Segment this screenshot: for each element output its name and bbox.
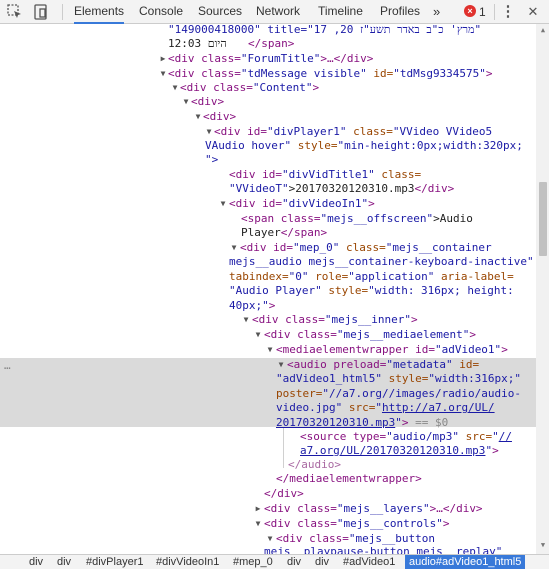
devtools-toolbar: Elements Console Sources Network Timelin… (0, 0, 549, 24)
collapse-arrow-icon[interactable]: ▼ (253, 327, 263, 342)
scroll-down-icon[interactable]: ▼ (538, 541, 548, 549)
collapse-arrow-icon[interactable]: ▼ (229, 240, 239, 255)
tree-node-content[interactable]: ▼ <div class="Content"> (0, 80, 536, 95)
tree-line[interactable]: 40px;"> (0, 298, 536, 313)
scroll-up-icon[interactable]: ▲ (538, 26, 548, 34)
source-src-link[interactable]: a7.org/UL/20170320120310.mp3 (300, 444, 485, 457)
tree-line[interactable]: mejs__playpause-button mejs__replay" (0, 544, 536, 554)
tab-network[interactable]: Network (256, 0, 300, 24)
tree-line[interactable]: 12:03 היום </span> (0, 36, 536, 51)
breadcrumb-item[interactable]: div (29, 555, 43, 569)
breadcrumb-item[interactable]: #divPlayer1 (86, 555, 143, 569)
tree-node-div-close[interactable]: </div> (0, 486, 536, 501)
tree-line[interactable]: "VVideoT">20170320120310.mp3</div> (0, 181, 536, 196)
tag-close: </audio> (288, 458, 341, 471)
tree-node-audio-selected[interactable]: ▼ <audio preload="metadata" id= (0, 357, 536, 372)
tree-line[interactable]: Player</span> (0, 225, 536, 240)
expand-arrow-icon[interactable]: ▶ (158, 51, 168, 66)
tree-line[interactable]: video.jpg" src="http://a7.org/UL/ (0, 400, 536, 415)
collapse-arrow-icon[interactable]: ▼ (170, 80, 180, 95)
breadcrumb: div div #divPlayer1 #divVideoIn1 #mep_0 … (0, 554, 549, 569)
tree-node-wrapper-close[interactable]: </mediaelementwrapper> (0, 471, 536, 486)
vertical-scrollbar[interactable] (536, 24, 549, 554)
tree-node-mejs-mediaelement[interactable]: ▼ <div class="mejs__mediaelement"> (0, 327, 536, 342)
tree-node-audio-close[interactable]: </audio> (0, 457, 536, 472)
tag-open: <div> (203, 110, 237, 123)
tree-node-mep0[interactable]: ▼ <div id="mep_0" class="mejs__container (0, 240, 536, 255)
tree-node-div[interactable]: ▼ <div> (0, 109, 536, 124)
tree-line[interactable]: "adVideo1_html5" style="width:316px;" (0, 371, 536, 386)
error-count[interactable]: 1 (479, 0, 486, 24)
tree-line[interactable]: "Audio Player" style="width: 316px; heig… (0, 283, 536, 298)
tree-line[interactable]: mejs__audio mejs__container-keyboard-ina… (0, 254, 536, 269)
collapse-arrow-icon[interactable]: ▼ (158, 66, 168, 81)
tree-node-div[interactable]: ▼ <div> (0, 94, 536, 109)
src-link[interactable]: http://a7.org/UL/ (382, 401, 495, 414)
tab-console[interactable]: Console (139, 0, 183, 24)
tree-node-source[interactable]: <source type="audio/mp3" src="// (0, 429, 536, 444)
tree-line[interactable]: a7.org/UL/20170320120310.mp3"> (0, 443, 536, 458)
tree-line[interactable]: VAudio hover" style="min-height:0px;widt… (0, 138, 536, 153)
toolbar-divider (494, 4, 495, 20)
tree-line[interactable]: tabindex="0" role="application" aria-lab… (0, 269, 536, 284)
inspect-element-icon[interactable] (6, 3, 24, 21)
collapse-arrow-icon[interactable]: ▼ (265, 342, 275, 357)
scrollbar-thumb[interactable] (539, 182, 547, 256)
toolbar-divider (62, 4, 63, 20)
src-link[interactable]: 20170320120310.mp3 (276, 416, 395, 429)
tag-close: </span> (248, 37, 295, 50)
tree-node-mediaelementwrapper[interactable]: ▼ <mediaelementwrapper id="adVideo1"> (0, 342, 536, 357)
tree-node-mejs-layers[interactable]: ▶ <div class="mejs__layers">…</div> (0, 501, 536, 516)
breadcrumb-item[interactable]: #adVideo1 (343, 555, 395, 569)
tree-node-tdmessage[interactable]: ▼ <div class="tdMessage visible" id="tdM… (0, 66, 536, 81)
device-toolbar-icon[interactable] (32, 3, 50, 21)
tab-profiles[interactable]: Profiles (380, 0, 420, 24)
tag-close: </div> (264, 487, 304, 500)
collapse-arrow-icon[interactable]: ▼ (276, 357, 286, 372)
breadcrumb-item[interactable]: div (57, 555, 71, 569)
breadcrumb-item[interactable]: #mep_0 (233, 555, 273, 569)
collapse-arrow-icon[interactable]: ▼ (241, 312, 251, 327)
tree-line[interactable]: 20170320120310.mp3"> == $0 (0, 415, 536, 430)
error-icon[interactable]: × (464, 5, 476, 17)
text-node: 12:03 היום (168, 37, 227, 50)
tree-node-divplayer1[interactable]: ▼ <div id="divPlayer1" class="VVideo VVi… (0, 124, 536, 139)
expand-arrow-icon[interactable]: ▶ (253, 501, 263, 516)
tree-node-forumtitle[interactable]: ▶ <div class="ForumTitle">…</div> (0, 51, 536, 66)
collapse-arrow-icon[interactable]: ▼ (253, 516, 263, 531)
breadcrumb-item[interactable]: #divVideoIn1 (156, 555, 219, 569)
tree-line[interactable]: "> (0, 152, 536, 167)
tree-node-mejs-controls[interactable]: ▼ <div class="mejs__controls"> (0, 516, 536, 531)
tab-elements[interactable]: Elements (74, 0, 125, 24)
breadcrumb-item[interactable]: div (287, 555, 301, 569)
tree-line[interactable]: poster="//a7.org//images/radio/audio- (0, 386, 536, 401)
source-src-link[interactable]: // (499, 430, 512, 443)
elements-tree[interactable]: … "149000418000" title="17 ,20 מרץ' כ"ב … (0, 24, 536, 554)
collapse-arrow-icon[interactable]: ▼ (193, 109, 203, 124)
more-tabs-button[interactable]: » (433, 0, 440, 24)
tab-sources[interactable]: Sources (198, 0, 242, 24)
tree-node-mejs-inner[interactable]: ▼ <div class="mejs__inner"> (0, 312, 536, 327)
tag-close: </mediaelementwrapper> (276, 472, 422, 485)
breadcrumb-item-active[interactable]: audio#adVideo1_html5 (405, 555, 526, 569)
tree-node-divvideoin1[interactable]: ▼ <div id="divVideoIn1"> (0, 196, 536, 211)
tab-timeline[interactable]: Timeline (318, 0, 363, 24)
collapse-arrow-icon[interactable]: ▼ (181, 94, 191, 109)
tag-open: <div> (191, 95, 225, 108)
collapse-arrow-icon[interactable]: ▼ (204, 124, 214, 139)
breadcrumb-item[interactable]: div (315, 555, 329, 569)
tree-node-divvidtitle1[interactable]: <div id="divVidTitle1" class= (0, 167, 536, 182)
collapse-arrow-icon[interactable]: ▼ (218, 196, 228, 211)
tree-node-offscreen-span[interactable]: <span class="mejs__offscreen">Audio (0, 211, 536, 226)
more-options-icon[interactable]: ⋮ (500, 0, 516, 24)
close-icon[interactable]: ✕ (524, 0, 542, 24)
